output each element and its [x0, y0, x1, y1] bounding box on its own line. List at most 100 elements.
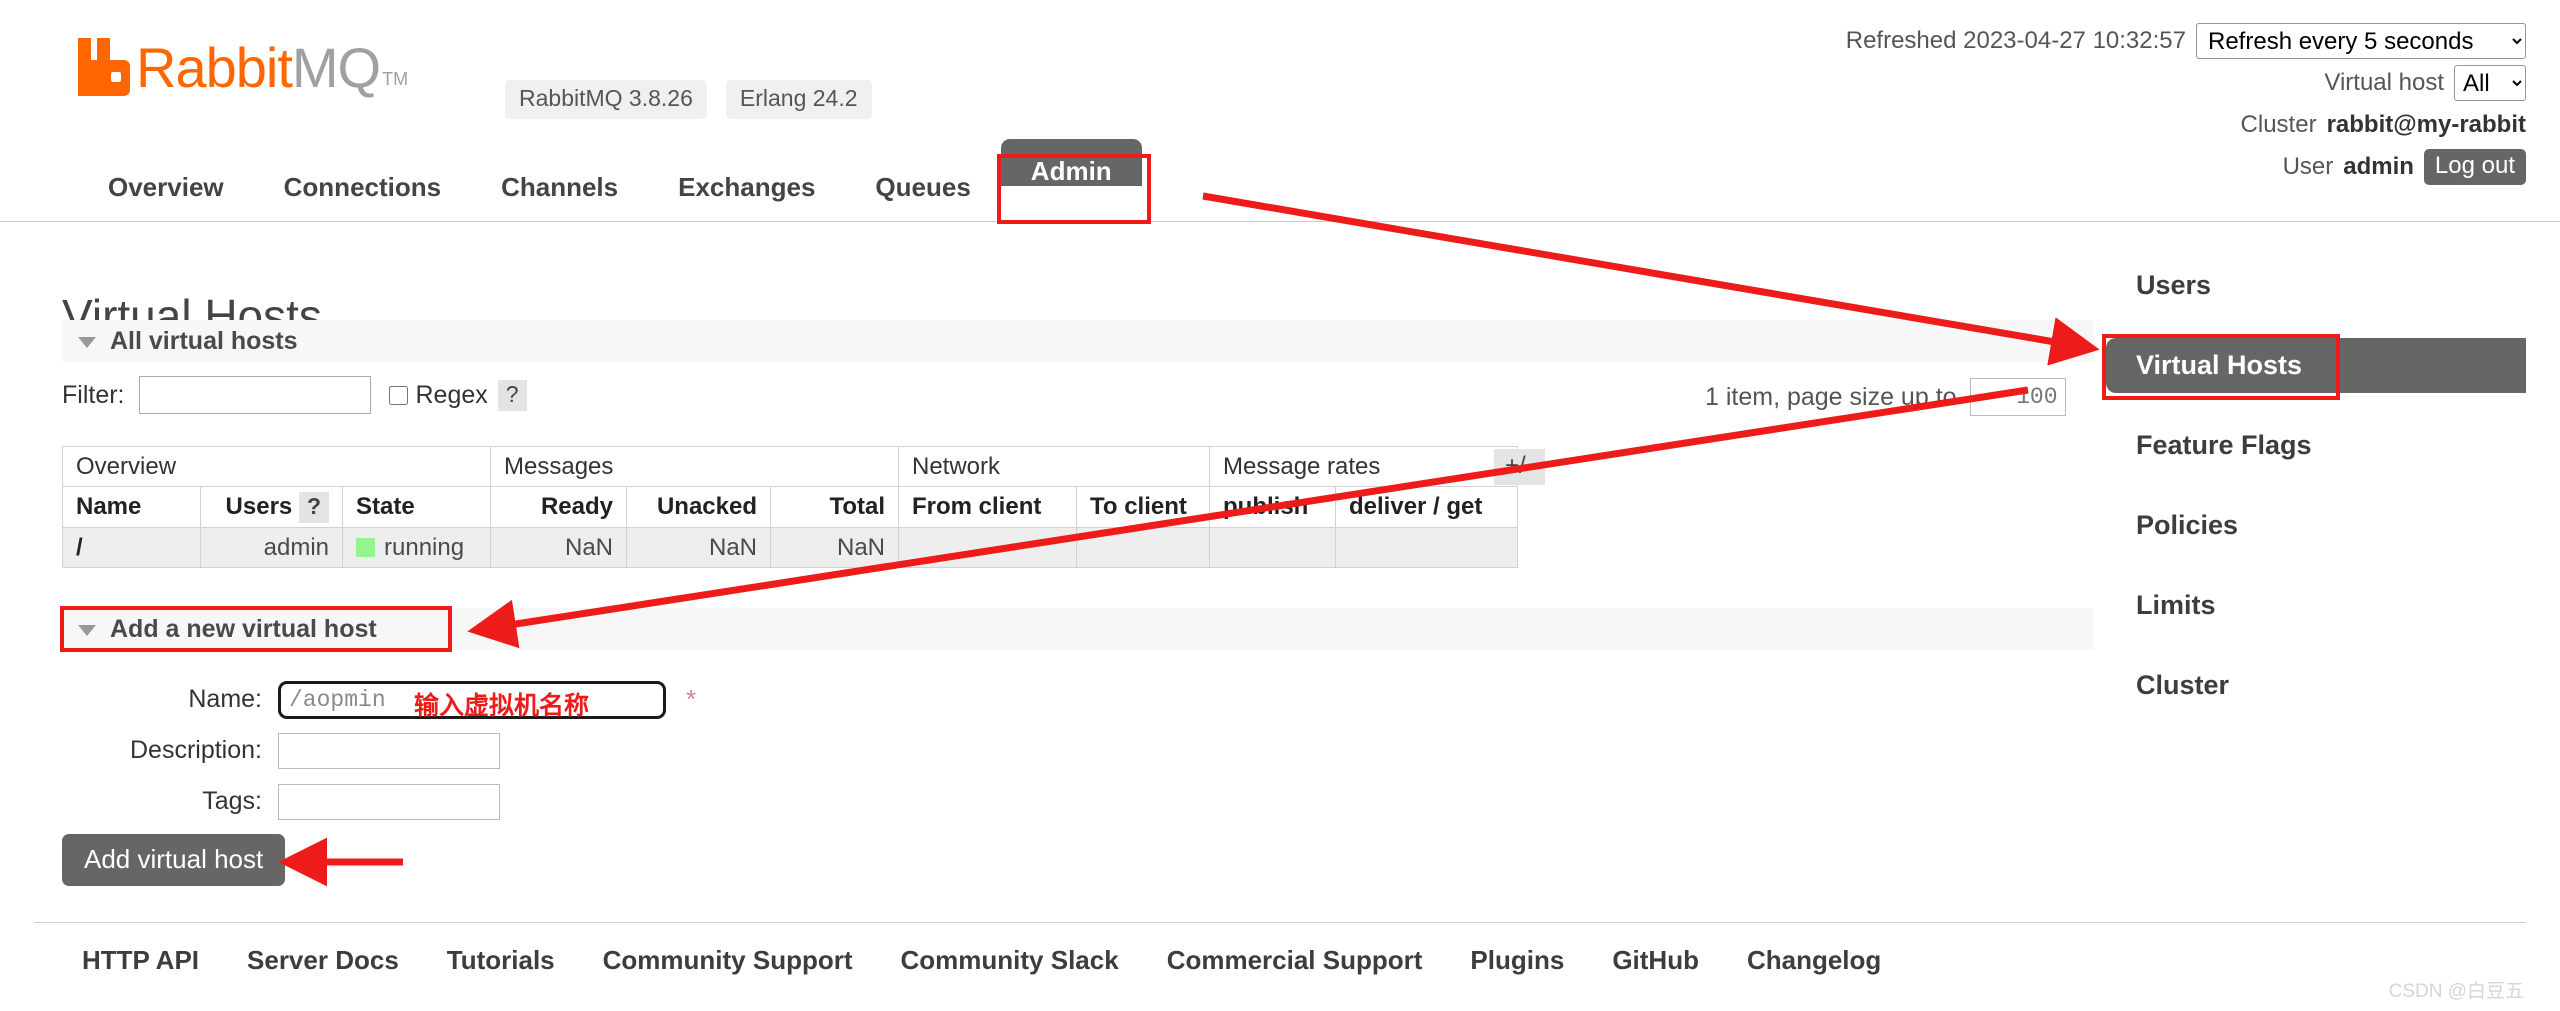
group-header-message-rates: Message rates [1209, 446, 1518, 487]
tags-input[interactable] [278, 783, 500, 820]
erlang-version-badge: Erlang 24.2 [725, 80, 872, 119]
tab-overview[interactable]: Overview [78, 158, 254, 221]
footer-link-github[interactable]: GitHub [1612, 945, 1699, 976]
trademark-symbol: TM [382, 69, 409, 89]
version-badges: RabbitMQ 3.8.26 Erlang 24.2 [505, 80, 872, 119]
cluster-label: Cluster [2240, 111, 2317, 138]
rabbit-logo-icon [78, 38, 130, 96]
cell-name[interactable]: / [62, 527, 201, 568]
vhost-row: Virtual host All [1846, 64, 2526, 102]
regex-help-icon[interactable]: ? [497, 379, 527, 411]
sidebar-item-users[interactable]: Users [2106, 258, 2526, 313]
main-navigation: Overview Connections Channels Exchanges … [0, 139, 2560, 224]
footer-link-commercial-support[interactable]: Commercial Support [1167, 945, 1423, 976]
sidebar-item-policies[interactable]: Policies [2106, 498, 2526, 553]
vhost-filter-select[interactable]: All [2454, 65, 2526, 101]
col-header-from-client[interactable]: From client [898, 486, 1077, 528]
logo-text-mq: MQ [291, 36, 381, 99]
regex-checkbox[interactable] [388, 385, 408, 405]
page-size-input[interactable] [1969, 378, 2066, 416]
filter-input[interactable] [138, 376, 371, 414]
col-header-name[interactable]: Name [62, 486, 201, 528]
cell-users: admin [200, 527, 343, 568]
pagination-controls: 1 item, page size up to [1705, 378, 2066, 416]
footer-link-http-api[interactable]: HTTP API [82, 945, 199, 976]
col-header-state[interactable]: State [342, 486, 491, 528]
col-header-to-client[interactable]: To client [1076, 486, 1210, 528]
group-header-network: Network [898, 446, 1210, 487]
page-footer: HTTP API Server Docs Tutorials Community… [34, 922, 2526, 976]
description-input[interactable] [278, 732, 500, 769]
footer-link-list: HTTP API Server Docs Tutorials Community… [34, 945, 2526, 976]
sidebar-item-virtual-hosts[interactable]: Virtual Hosts [2106, 338, 2526, 393]
col-header-ready[interactable]: Ready [490, 486, 627, 528]
refresh-row: Refreshed 2023-04-27 10:32:57 Refresh ev… [1846, 22, 2526, 60]
name-label: Name: [188, 685, 262, 713]
cluster-row: Cluster rabbit@my-rabbit [1846, 106, 2526, 144]
tab-queues[interactable]: Queues [845, 158, 1000, 221]
footer-link-server-docs[interactable]: Server Docs [247, 945, 399, 976]
col-header-unacked[interactable]: Unacked [626, 486, 771, 528]
cell-ready: NaN [490, 527, 627, 568]
table-column-header-row: Name Users ? State Ready Unacked Total F… [62, 486, 1518, 528]
sidebar-item-cluster[interactable]: Cluster [2106, 658, 2526, 713]
tab-channels[interactable]: Channels [471, 158, 648, 221]
footer-link-community-support[interactable]: Community Support [603, 945, 853, 976]
virtual-hosts-table: Overview Messages Network Message rates … [62, 446, 1518, 568]
description-label: Description: [130, 736, 262, 764]
footer-link-community-slack[interactable]: Community Slack [901, 945, 1119, 976]
col-header-publish[interactable]: publish [1209, 486, 1336, 528]
tab-exchanges[interactable]: Exchanges [648, 158, 845, 221]
add-virtual-host-button[interactable]: Add virtual host [62, 834, 286, 886]
cell-to-client [1076, 527, 1210, 568]
refresh-interval-select[interactable]: Refresh every 5 seconds [2196, 23, 2526, 59]
vhost-filter-label: Virtual host [2324, 69, 2444, 96]
group-header-overview: Overview [62, 446, 491, 487]
name-required-marker: * [686, 684, 697, 714]
cell-publish [1209, 527, 1336, 568]
form-row-description: Description: [62, 725, 696, 776]
col-header-deliver-get[interactable]: deliver / get [1335, 486, 1518, 528]
column-toggle-button[interactable]: +/- [1494, 449, 1545, 485]
tab-connections[interactable]: Connections [254, 158, 471, 221]
cell-deliver-get [1335, 527, 1518, 568]
add-virtual-host-form: Name: 输入虚拟机名称 * Description: Tags: [62, 674, 696, 827]
cell-state-label: running [384, 533, 465, 561]
cell-unacked: NaN [626, 527, 771, 568]
column-toggle-wrapper: +/- [1494, 449, 1545, 485]
cell-from-client [898, 527, 1077, 568]
col-header-users[interactable]: Users ? [200, 486, 343, 528]
refreshed-timestamp: Refreshed 2023-04-27 10:32:57 [1845, 27, 2186, 54]
cluster-name: rabbit@my-rabbit [2326, 111, 2526, 138]
footer-link-plugins[interactable]: Plugins [1470, 945, 1564, 976]
col-header-total[interactable]: Total [770, 486, 899, 528]
cell-state: running [342, 527, 491, 568]
tags-label: Tags: [202, 787, 262, 815]
footer-link-changelog[interactable]: Changelog [1747, 945, 1881, 976]
table-row[interactable]: / admin running NaN NaN NaN [62, 527, 1518, 568]
cell-total: NaN [770, 527, 899, 568]
table-group-header-row: Overview Messages Network Message rates [62, 446, 1518, 487]
col-header-users-label: Users [225, 492, 293, 520]
collapse-triangle-icon [78, 624, 96, 636]
form-row-name: Name: 输入虚拟机名称 * [62, 674, 696, 725]
all-virtual-hosts-section-header[interactable]: All virtual hosts [62, 320, 2094, 362]
name-input[interactable] [278, 680, 666, 719]
rabbitmq-logo[interactable]: Rabbit MQ TM [78, 38, 408, 96]
logo-text-rabbit: Rabbit [136, 36, 293, 99]
watermark: CSDN @白豆五 [2388, 981, 2524, 1002]
collapse-triangle-icon [78, 336, 96, 348]
sidebar-item-limits[interactable]: Limits [2106, 578, 2526, 633]
admin-sidebar: Users Virtual Hosts Feature Flags Polici… [2102, 258, 2526, 738]
users-help-icon[interactable]: ? [298, 491, 329, 523]
tab-admin[interactable]: Admin [1000, 139, 1142, 186]
add-virtual-host-label: Add a new virtual host [110, 614, 377, 643]
add-virtual-host-section-header[interactable]: Add a new virtual host [62, 608, 2094, 650]
regex-label: Regex [415, 380, 488, 409]
group-header-messages: Messages [490, 446, 899, 487]
rabbitmq-version-badge: RabbitMQ 3.8.26 [505, 80, 707, 119]
filter-controls: Filter: Regex ? [62, 376, 527, 414]
sidebar-item-feature-flags[interactable]: Feature Flags [2106, 418, 2526, 473]
state-indicator-icon [356, 537, 375, 557]
footer-link-tutorials[interactable]: Tutorials [447, 945, 555, 976]
